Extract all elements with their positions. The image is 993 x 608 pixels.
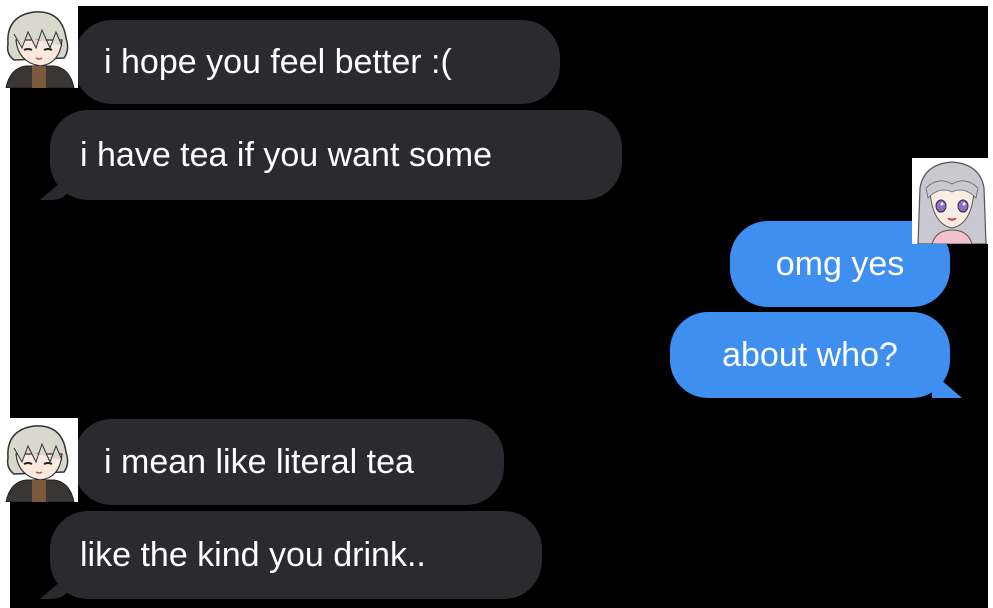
message-bubble-incoming[interactable]: i hope you feel better :( (74, 20, 560, 104)
message-thread: i hope you feel better :( i have tea if … (10, 6, 988, 608)
anime-boy-avatar-icon[interactable] (0, 4, 78, 88)
message-text: about who? (722, 336, 898, 374)
message-text: omg yes (775, 245, 905, 283)
message-bubble-outgoing[interactable]: about who? (670, 312, 950, 398)
message-text: i have tea if you want some (80, 136, 493, 174)
message-text: i mean like literal tea (104, 443, 414, 481)
anime-boy-avatar-icon[interactable] (0, 418, 78, 502)
message-bubble-incoming[interactable]: like the kind you drink.. (50, 511, 542, 599)
anime-girl-avatar-icon[interactable] (912, 158, 990, 244)
message-bubble-incoming[interactable]: i mean like literal tea (74, 419, 504, 505)
message-text: like the kind you drink.. (80, 536, 426, 574)
message-text: i hope you feel better :( (104, 43, 452, 81)
screenshot-edge (988, 0, 993, 608)
message-bubble-incoming[interactable]: i have tea if you want some (50, 110, 622, 200)
